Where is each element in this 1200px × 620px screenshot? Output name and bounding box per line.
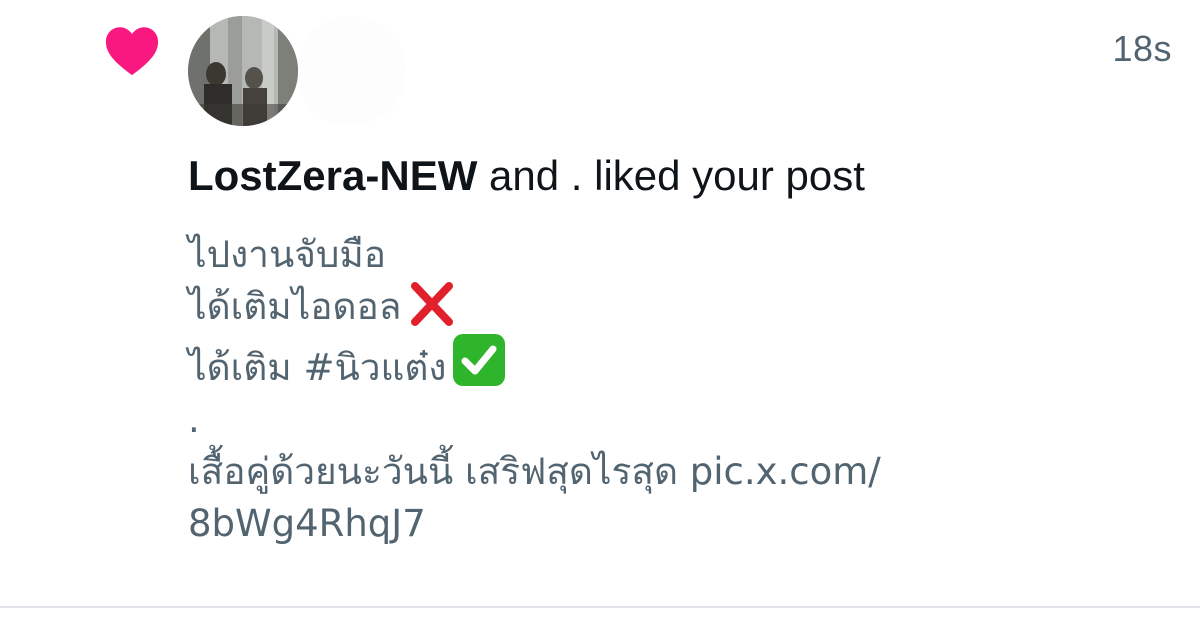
- avatar[interactable]: [188, 16, 298, 126]
- check-mark-icon: [453, 334, 506, 386]
- secondary-avatar[interactable]: [296, 16, 406, 126]
- post-line: 8bWg4RhqJ7: [188, 498, 1168, 550]
- notification-headline: LostZera-NEW and . liked your post: [188, 152, 865, 200]
- post-line: เสื้อคู่ด้วยนะวันนี้ เสริฟสุดไรสุด pic.x…: [188, 446, 1168, 498]
- timestamp: 18s: [1112, 28, 1172, 69]
- post-text[interactable]: ไปงานจับมือ ได้เติมไอดอล ได้เติม #นิวแต๋…: [188, 229, 1168, 550]
- post-line: ได้เติมไอดอล: [188, 281, 1168, 333]
- action-text: and . liked your post: [477, 152, 865, 199]
- post-line-text: ไปงานจับมือ: [188, 233, 387, 276]
- user-name-link[interactable]: LostZera-NEW: [188, 152, 477, 199]
- post-line-text: ได้เติม #นิวแต๋ง: [188, 346, 447, 389]
- cross-mark-icon: [411, 282, 454, 326]
- post-line-text: ได้เติมไอดอล: [188, 285, 402, 328]
- post-line-text: เสื้อคู่ด้วยนะวันนี้ เสริฟสุดไรสุด pic.x…: [188, 450, 881, 493]
- post-line-text: 8bWg4RhqJ7: [188, 502, 426, 545]
- like-notification[interactable]: 18s LostZera-NEW and . liked your post ไ…: [0, 0, 1200, 606]
- heart-icon: [105, 27, 159, 76]
- post-line: ได้เติม #นิวแต๋ง: [188, 333, 1168, 394]
- avatar-photo: [188, 16, 298, 126]
- post-line-text: .: [188, 398, 200, 441]
- divider: [0, 606, 1200, 608]
- post-line: ไปงานจับมือ: [188, 229, 1168, 281]
- post-line: .: [188, 394, 1168, 446]
